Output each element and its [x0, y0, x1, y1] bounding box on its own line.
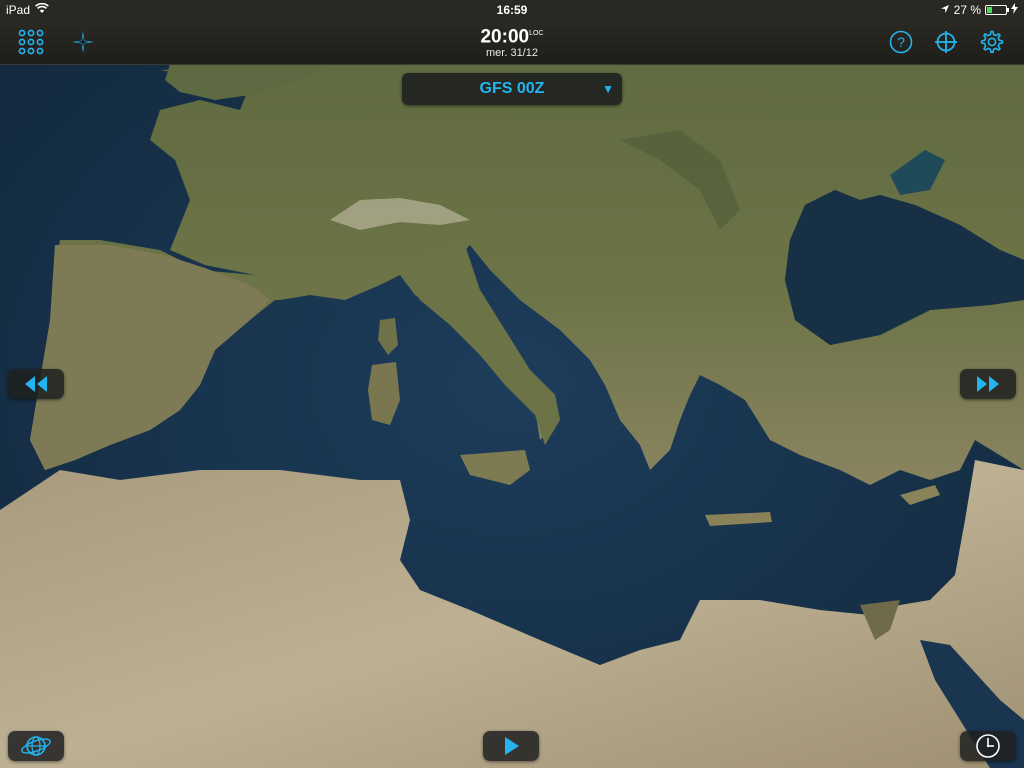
time-value: 20:00	[480, 26, 530, 48]
help-icon[interactable]: ?	[885, 26, 917, 58]
globe-icon	[21, 736, 51, 756]
clock-button[interactable]	[960, 731, 1016, 761]
model-selector-value: GFS 00Z	[479, 80, 545, 97]
play-button[interactable]	[483, 731, 539, 761]
next-step-button[interactable]	[960, 369, 1016, 399]
grid-icon[interactable]	[15, 26, 47, 58]
clock-icon	[976, 734, 1000, 758]
status-bar: iPad 16:59 27 %	[0, 0, 1024, 20]
fast-forward-icon	[977, 376, 999, 392]
app-toolbar: 20:00LOC mer. 31/12 ?	[0, 20, 1024, 65]
previous-step-button[interactable]	[8, 369, 64, 399]
rewind-icon	[25, 376, 47, 392]
forecast-time[interactable]: 20:00LOC mer. 31/12	[412, 24, 612, 60]
play-icon	[505, 737, 519, 755]
battery-icon	[985, 5, 1009, 15]
battery-percent: 27 %	[953, 3, 981, 17]
crosshair-icon[interactable]	[930, 26, 962, 58]
satellite-map[interactable]	[0, 0, 1024, 768]
model-selector-dropdown[interactable]: GFS 00Z ▼	[402, 73, 622, 105]
charging-bolt-icon	[1011, 3, 1018, 17]
compass-star-icon[interactable]	[67, 26, 99, 58]
status-clock: 16:59	[496, 3, 528, 17]
chevron-down-icon: ▼	[602, 82, 614, 96]
svg-text:?: ?	[897, 34, 905, 50]
gear-icon[interactable]	[976, 26, 1008, 58]
globe-button[interactable]	[8, 731, 64, 761]
location-arrow-icon	[940, 3, 950, 17]
forecast-date: mer. 31/12	[486, 47, 538, 60]
time-zone-suffix: LOC	[529, 30, 544, 37]
